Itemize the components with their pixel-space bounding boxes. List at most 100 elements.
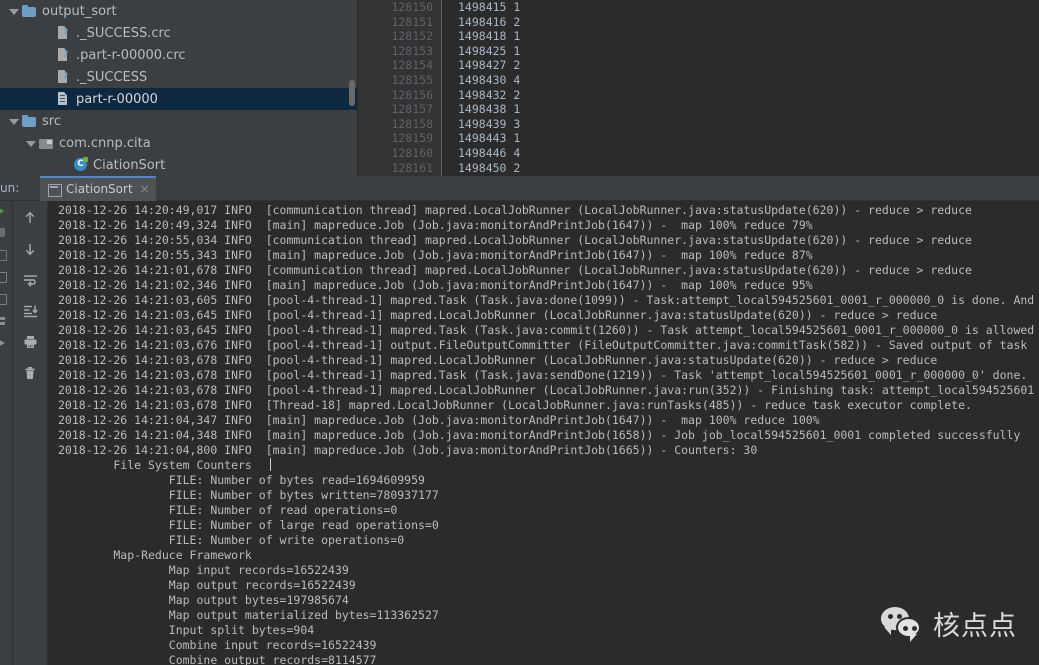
chevron-down-icon[interactable] bbox=[8, 116, 19, 127]
chevron-down-icon[interactable] bbox=[8, 6, 19, 17]
project-tree-rows: output_sort ._SUCCESS.crc .part-r-00000.cr… bbox=[0, 0, 357, 176]
console-line: Map output records=16522439 bbox=[58, 578, 356, 592]
stop-icon-2[interactable] bbox=[0, 249, 12, 261]
console-line: FILE: Number of bytes read=1694609959 bbox=[58, 473, 425, 487]
soft-wrap-icon[interactable] bbox=[19, 269, 41, 291]
line-number: 128154 bbox=[391, 58, 433, 73]
tab-ciationsort[interactable]: CiationSort × bbox=[40, 175, 156, 201]
console-line: 2018-12-26 14:21:03,676 INFO [pool-4-thr… bbox=[58, 338, 1028, 352]
rerun-icon[interactable] bbox=[0, 205, 12, 217]
tree-item-label: ._SUCCESS bbox=[76, 69, 148, 85]
tree-item-ciationsort[interactable]: CiationSort bbox=[0, 154, 357, 176]
console-line: Map input records=16522439 bbox=[58, 563, 349, 577]
console-line: 2018-12-26 14:20:49,017 INFO [communicat… bbox=[58, 203, 972, 217]
tree-item-part-r-00000-crc[interactable]: .part-r-00000.crc bbox=[0, 44, 357, 66]
line-number: 128151 bbox=[391, 14, 433, 29]
tree-item-label: ._SUCCESS.crc bbox=[76, 25, 171, 41]
console-line: FILE: Number of read operations=0 bbox=[58, 503, 398, 517]
close-icon[interactable]: × bbox=[138, 182, 150, 196]
file-query-icon bbox=[55, 69, 71, 85]
console-line: FILE: Number of write operations=0 bbox=[58, 533, 405, 547]
folder-icon bbox=[21, 113, 37, 129]
project-tree-panel[interactable]: output_sort ._SUCCESS.crc .part-r-00000.cr… bbox=[0, 0, 358, 176]
console-line: 2018-12-26 14:21:03,678 INFO [pool-4-thr… bbox=[58, 383, 1035, 397]
console-line: 2018-12-26 14:20:55,343 INFO [main] mapr… bbox=[58, 248, 813, 262]
project-tree-scrollbar[interactable] bbox=[349, 80, 355, 106]
ide-window: output_sort ._SUCCESS.crc .part-r-00000.cr… bbox=[0, 0, 1039, 665]
console-line: 2018-12-26 14:21:04,800 INFO [main] mapr… bbox=[58, 443, 758, 457]
tree-item-label: output_sort bbox=[42, 3, 117, 19]
tree-item-label: CiationSort bbox=[93, 157, 166, 173]
java-class-icon bbox=[72, 157, 88, 173]
folder-icon bbox=[21, 3, 37, 19]
resume-icon[interactable] bbox=[0, 271, 12, 283]
run-tool-window: un: CiationSort × 2018-12-26 14:20:49,01… bbox=[0, 175, 1039, 665]
console-line: 2018-12-26 14:21:03,645 INFO [pool-4-thr… bbox=[58, 323, 1035, 337]
run-tool-window-tabbar: un: CiationSort × bbox=[0, 175, 1039, 201]
chevron-down-icon[interactable] bbox=[25, 138, 36, 149]
editor-line[interactable]: 1498432 2 bbox=[444, 88, 1039, 103]
tree-item-output-sort[interactable]: output_sort bbox=[0, 0, 357, 22]
line-number: 128160 bbox=[391, 145, 433, 160]
console-line: Combine output records=8114577 bbox=[58, 653, 377, 665]
print-icon[interactable] bbox=[19, 331, 41, 353]
line-number: 128161 bbox=[391, 160, 433, 175]
editor-line[interactable]: 1498443 1 bbox=[444, 131, 1039, 146]
expand-icon[interactable] bbox=[0, 337, 12, 349]
tree-item-com-cnnp-cita[interactable]: com.cnnp.cita bbox=[0, 132, 357, 154]
top-area: output_sort ._SUCCESS.crc .part-r-00000.cr… bbox=[0, 0, 1039, 176]
layout-icon[interactable] bbox=[0, 315, 12, 327]
text-file-icon bbox=[55, 91, 71, 107]
console-line: 2018-12-26 14:21:03,678 INFO [pool-4-thr… bbox=[58, 353, 938, 367]
file-query-icon bbox=[55, 47, 71, 63]
line-number: 128153 bbox=[391, 43, 433, 58]
line-number: 128152 bbox=[391, 29, 433, 44]
down-arrow-icon[interactable] bbox=[19, 238, 41, 260]
editor-line[interactable]: 1498430 4 bbox=[444, 73, 1039, 88]
tree-item-label: .part-r-00000.crc bbox=[76, 47, 186, 63]
console-line: 2018-12-26 14:20:49,324 INFO [main] mapr… bbox=[58, 218, 813, 232]
editor-line[interactable]: 1498418 1 bbox=[444, 29, 1039, 44]
up-arrow-icon[interactable] bbox=[19, 207, 41, 229]
console-line: 2018-12-26 14:21:04,347 INFO [main] mapr… bbox=[58, 413, 820, 427]
editor-pane[interactable]: 128150 128151 128152 128153 128154 128155 1281… bbox=[358, 0, 1039, 176]
console-line: 2018-12-26 14:21:04,348 INFO [main] mapr… bbox=[58, 428, 1021, 442]
editor-line[interactable]: 1498427 2 bbox=[444, 58, 1039, 73]
console-line: 2018-12-26 14:21:01,678 INFO [communicat… bbox=[58, 263, 972, 277]
file-query-icon bbox=[55, 25, 71, 41]
tab-label: CiationSort bbox=[66, 182, 133, 196]
tree-item-success-crc[interactable]: ._SUCCESS.crc bbox=[0, 22, 357, 44]
console-output[interactable]: 2018-12-26 14:20:49,017 INFO [communicat… bbox=[48, 201, 1039, 665]
tree-item-src[interactable]: src bbox=[0, 110, 357, 132]
pause-icon[interactable] bbox=[0, 293, 12, 305]
scroll-to-end-icon[interactable] bbox=[19, 300, 41, 322]
runner-action-gutter[interactable] bbox=[0, 201, 13, 665]
line-number: 128156 bbox=[391, 87, 433, 102]
console-line: File System Counters bbox=[58, 458, 252, 472]
editor-line[interactable]: 1498438 1 bbox=[444, 102, 1039, 117]
console-line: Map-Reduce Framework bbox=[58, 548, 252, 562]
editor-line[interactable]: 1498416 2 bbox=[444, 15, 1039, 30]
editor-line[interactable]: 1498425 1 bbox=[444, 44, 1039, 59]
tree-item-success[interactable]: ._SUCCESS bbox=[0, 66, 357, 88]
console-line: 2018-12-26 14:21:03,605 INFO [pool-4-thr… bbox=[58, 293, 1035, 307]
console-line: 2018-12-26 14:21:03,678 INFO [pool-4-thr… bbox=[58, 368, 1028, 382]
console-line: Map output materialized bytes=113362527 bbox=[58, 608, 439, 622]
line-number: 128159 bbox=[391, 131, 433, 146]
editor-line[interactable]: 1498439 3 bbox=[444, 117, 1039, 132]
editor-line[interactable]: 1498446 4 bbox=[444, 146, 1039, 161]
text-caret bbox=[270, 458, 271, 471]
tree-item-part-r-00000[interactable]: part-r-00000 bbox=[0, 88, 357, 110]
editor-line[interactable]: 1498450 2 bbox=[444, 161, 1039, 176]
editor-content[interactable]: 1498415 1 1498416 2 1498418 1 1498425 1 1498… bbox=[444, 0, 1039, 176]
editor-line[interactable]: 1498415 1 bbox=[444, 0, 1039, 15]
trash-icon[interactable] bbox=[19, 362, 41, 384]
stop-icon[interactable] bbox=[0, 227, 12, 239]
console-line: FILE: Number of bytes written=780937177 bbox=[58, 488, 439, 502]
console-toolbar[interactable] bbox=[13, 201, 48, 665]
